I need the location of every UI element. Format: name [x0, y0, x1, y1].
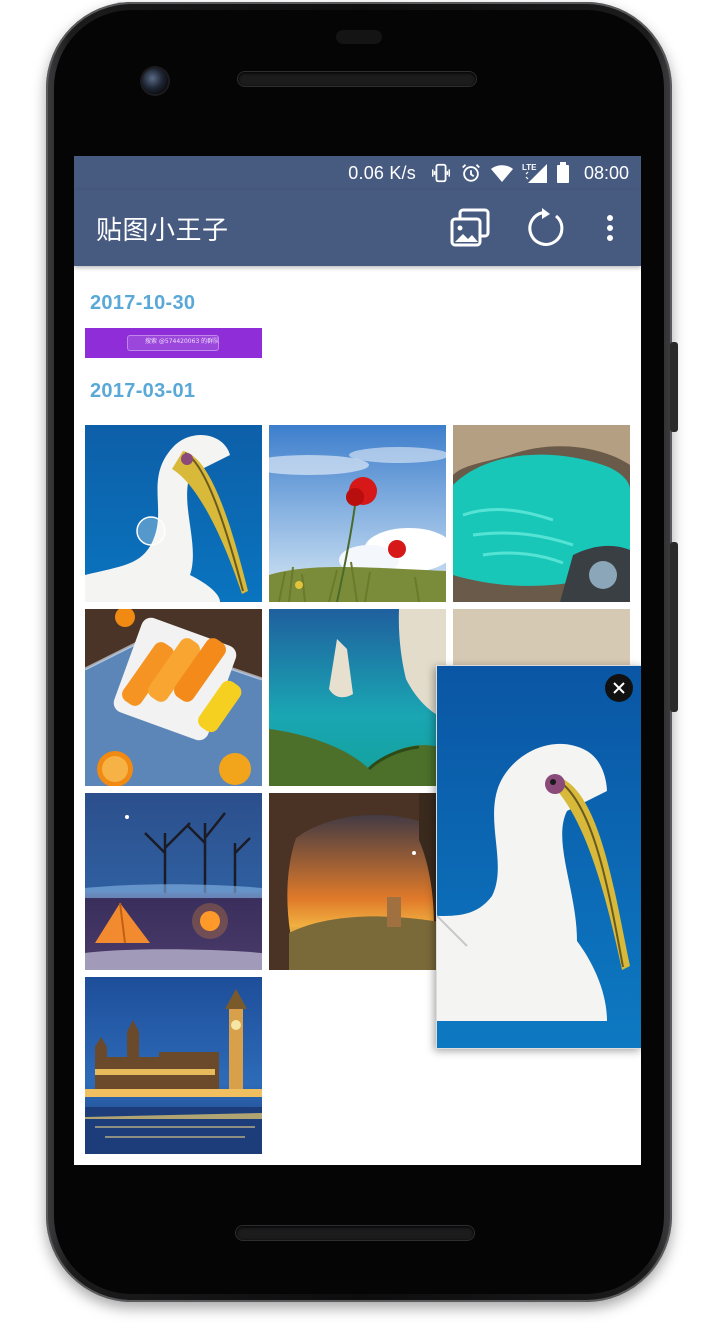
wifi-icon — [490, 162, 514, 184]
photo-winter-camp[interactable] — [85, 793, 262, 970]
photo-cave-sunset[interactable] — [269, 793, 446, 970]
screenshot-caption: 搜索 @574420063 的群队 — [145, 338, 220, 345]
gallery-icon — [450, 208, 490, 247]
volume-button — [670, 542, 678, 712]
close-icon — [613, 682, 625, 694]
power-button — [670, 342, 678, 432]
date-header: 2017-10-30 — [90, 292, 196, 314]
svg-text:LTE: LTE — [522, 163, 537, 172]
lte-signal-icon: LTE — [522, 162, 548, 184]
front-camera — [142, 68, 168, 94]
app-title: 贴图小王子 — [96, 216, 229, 246]
top-speaker — [238, 72, 476, 86]
status-bar: 0.06 K/s LTE 08:00 — [74, 156, 641, 190]
alarm-icon — [460, 162, 482, 184]
photo-red-poppies[interactable] — [269, 425, 446, 602]
more-vert-icon — [607, 215, 613, 241]
battery-icon — [556, 162, 570, 184]
network-speed: 0.06 K/s — [348, 162, 416, 183]
photo-sea-cave[interactable] — [453, 425, 630, 602]
photo-coastal-cliffs[interactable] — [269, 609, 446, 786]
more-options-button[interactable] — [586, 204, 634, 252]
sticker-image — [437, 666, 641, 1048]
refresh-icon — [528, 208, 564, 246]
sensor — [336, 30, 382, 44]
clock: 08:00 — [583, 162, 629, 183]
close-sticker-button[interactable] — [605, 674, 633, 702]
floating-sticker-window[interactable] — [436, 665, 641, 1049]
photo-big-ben-night[interactable] — [85, 977, 262, 1154]
bottom-speaker — [236, 1226, 474, 1240]
gallery-content: 2017-10-30 搜索 @574420063 的群队 2017-03-01 — [74, 266, 641, 1165]
vibrate-icon — [430, 162, 452, 184]
photo-popsicles[interactable] — [85, 609, 262, 786]
screen: 0.06 K/s LTE 08:00 贴图小王子 2017-10-30 搜索 @… — [74, 156, 641, 1165]
photo-pelican[interactable] — [85, 425, 262, 602]
date-header: 2017-03-01 — [90, 380, 196, 402]
gallery-button[interactable] — [446, 204, 494, 252]
app-bar: 贴图小王子 — [74, 190, 641, 266]
refresh-button[interactable] — [523, 204, 571, 252]
screenshot-thumbnail[interactable]: 搜索 @574420063 的群队 — [85, 328, 262, 358]
